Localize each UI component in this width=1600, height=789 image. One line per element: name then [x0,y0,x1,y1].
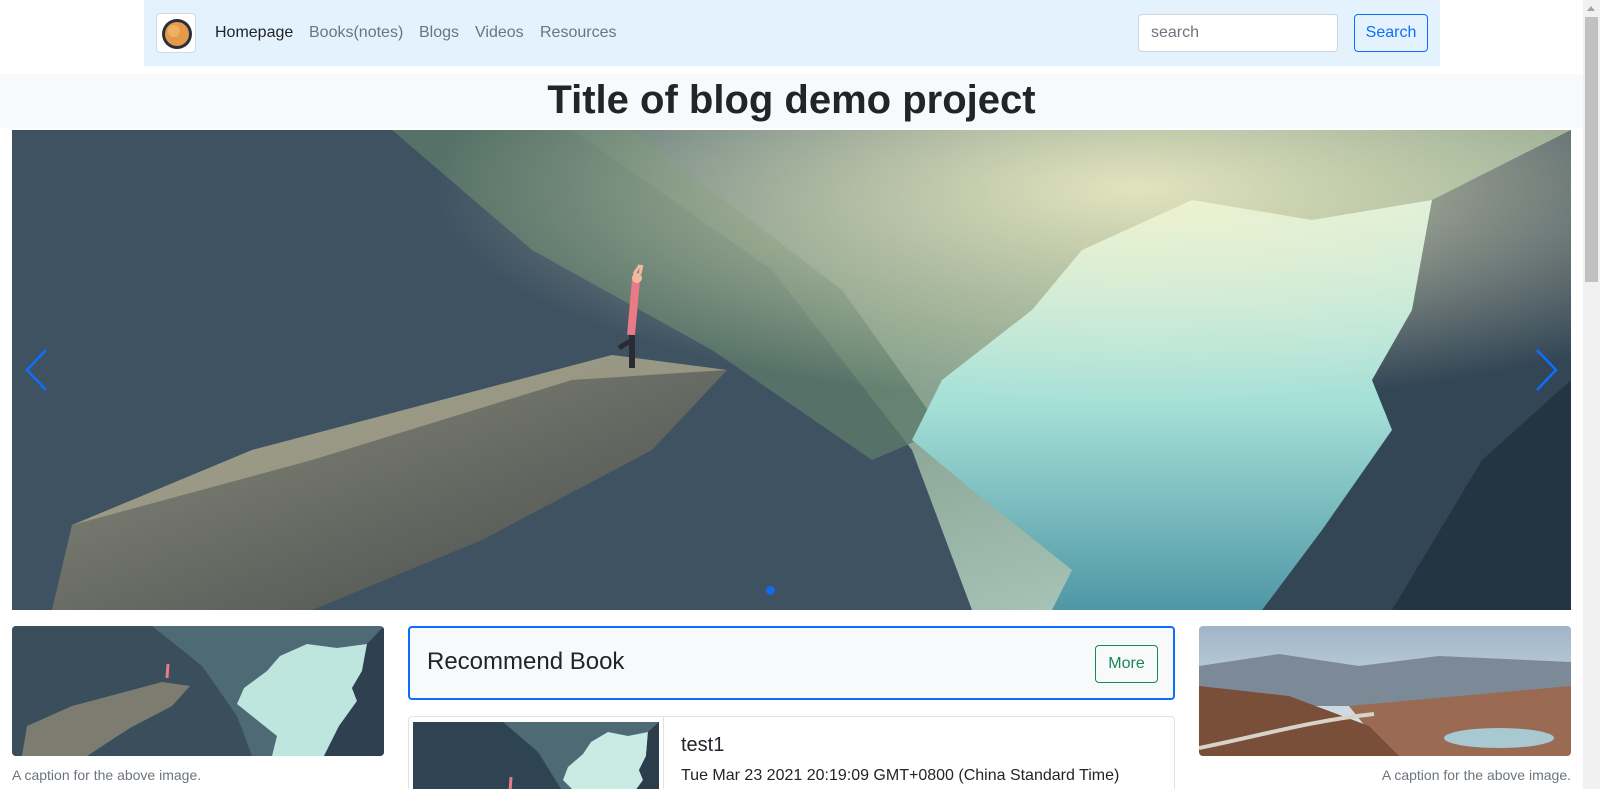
page-title: Title of blog demo project [547,78,1036,122]
carousel-prev-button[interactable] [12,130,72,610]
book-card[interactable]: test1 Tue Mar 23 2021 20:19:09 GMT+0800 … [408,716,1175,789]
hero-slide-image [12,130,1571,610]
scroll-up-icon[interactable] [1583,0,1600,17]
left-figure-image [12,626,384,756]
scroll-thumb[interactable] [1585,17,1598,282]
brand-logo[interactable] [156,13,196,53]
book-date: Tue Mar 23 2021 20:19:09 GMT+0800 (China… [681,767,1120,784]
nav-link-resources[interactable]: Resources [540,23,616,43]
nav-link-blogs[interactable]: Blogs [419,23,459,43]
nav-link-books[interactable]: Books(notes) [309,23,403,43]
book-title[interactable]: test1 [681,733,724,757]
carousel-next-button[interactable] [1511,130,1571,610]
chevron-right-icon [1536,349,1558,391]
hero-carousel [12,130,1571,610]
nav-link-homepage[interactable]: Homepage [215,23,293,43]
right-figure-caption: A caption for the above image. [1381,767,1571,783]
right-figure-image [1199,626,1571,756]
book-cover-image [413,722,659,789]
search-input[interactable] [1138,14,1338,52]
planet-logo-icon [162,19,192,49]
carousel-indicator[interactable] [766,586,775,595]
recommend-book-title: Recommend Book [427,648,625,675]
navbar: Homepage Books(notes) Blogs Videos Resou… [144,0,1440,66]
more-button[interactable]: More [1095,645,1158,683]
nav-link-videos[interactable]: Videos [475,23,524,43]
page-scrollbar[interactable] [1583,0,1600,789]
book-divider [663,717,664,789]
chevron-left-icon [25,349,47,391]
left-figure-caption: A caption for the above image. [12,767,202,783]
search-button[interactable]: Search [1354,14,1428,52]
recommend-book-header: Recommend Book More [408,626,1175,700]
